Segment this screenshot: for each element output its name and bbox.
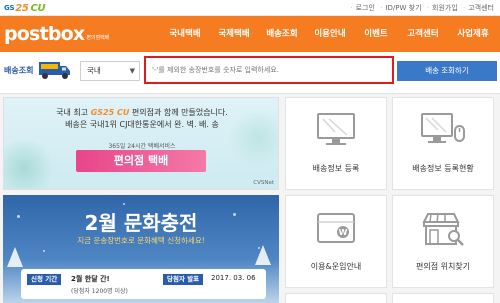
store-search-icon (422, 213, 464, 246)
top-links: · 로그인 · ID/PW 찾기 · 회원가입 · 고객센터 (350, 4, 496, 12)
snowy-tree (7, 247, 23, 267)
tile-partial (285, 293, 387, 303)
gs25-cu-logo[interactable]: GS 25 CU (4, 2, 46, 14)
nav-item-guide[interactable]: 이용안내 (306, 16, 354, 52)
snowflake (43, 250, 45, 252)
logo-cu: CU (30, 2, 46, 14)
track-delivery-button[interactable]: 배송 조회하기 (397, 61, 497, 81)
winner-date: 2017. 03. 06 (211, 274, 256, 282)
tile-registration-status[interactable]: 배송정보 등록현황 (392, 97, 494, 190)
banner-ribbon: 편의점 택배 (76, 150, 206, 172)
find-id-pw-link[interactable]: ID/PW 찾기 (383, 4, 423, 12)
nav-item-event[interactable]: 이벤트 (354, 16, 398, 52)
top-utility-bar: GS 25 CU · 로그인 · ID/PW 찾기 · 회원가입 · 고객센터 (0, 0, 500, 16)
delivery-truck-icon (39, 62, 70, 79)
postbox-logo[interactable]: postbox 편의점택배 (4, 23, 109, 45)
carrier-select[interactable]: 국내 ▼ (80, 61, 140, 81)
tile-register-shipment[interactable]: 배송정보 등록 (285, 97, 387, 190)
nav-item-international[interactable]: 국제택배 (210, 16, 258, 52)
brand-name: postbox (4, 23, 85, 45)
convenience-store-delivery-banner[interactable]: 국내 최고 GS25 CU 편의점과 함께 만들었습니다. 배송은 국내1위 C… (3, 97, 279, 190)
snowy-tree (255, 245, 271, 265)
nav-menu: 국내택배 국제택배 배송조회 이용안내 이벤트 고객센터 사업제휴 (160, 16, 498, 52)
tile-partial (392, 293, 494, 303)
period-note: (당첨자 1200명 이상) (71, 288, 128, 295)
brand-subtitle: 편의점택배 (86, 34, 110, 41)
tile-store-locator[interactable]: 편의점 위치찾기 (392, 195, 494, 288)
culture-event-banner[interactable]: 2월 문화충전 지금 운송장번호로 문화혜택 신청하세요! 신청 기간 2월 한… (3, 195, 279, 303)
banner-subline: 배송은 국내1위 CJ대한통운에서 완. 벽. 배. 송 (65, 120, 219, 129)
snowflake (123, 203, 125, 205)
logo-25: 25 (15, 2, 29, 14)
banner-small-text: 365일 24시간 택배서비스 (108, 143, 176, 150)
monitor-icon (317, 113, 355, 145)
invoice-number-input[interactable] (152, 62, 388, 78)
period-badge: 신청 기간 (27, 274, 62, 285)
svg-text:W: W (339, 228, 348, 237)
tile-usage-fee-guide[interactable]: W 이용&운임안내 (285, 195, 387, 288)
wallet-icon: W (317, 213, 355, 243)
nav-item-domestic[interactable]: 국내택배 (160, 16, 210, 52)
nav-item-support[interactable]: 고객센터 (398, 16, 448, 52)
banner-headline: 국내 최고 GS25 CU 편의점과 함께 만들었습니다. (56, 108, 228, 117)
signup-link[interactable]: 회원가입 (430, 4, 460, 12)
nav-item-tracking[interactable]: 배송조회 (258, 16, 306, 52)
computer-mouse-icon (421, 113, 465, 143)
customer-center-link[interactable]: 고객센터 (466, 4, 496, 12)
winner-badge: 당첨자 발표 (163, 274, 204, 285)
carrier-select-value: 국내 (87, 66, 101, 75)
event-title: 2월 문화충전 (84, 211, 198, 235)
chevron-down-icon: ▼ (129, 67, 135, 75)
search-title: 배송조회 (4, 66, 34, 75)
tile-label: 이용&운임안내 (310, 262, 362, 271)
invoice-search-field[interactable] (144, 56, 394, 84)
login-link[interactable]: 로그인 (354, 4, 377, 12)
logo-gs: GS (4, 4, 15, 12)
tile-label: 편의점 위치찾기 (415, 262, 471, 271)
tile-label: 배송정보 등록현황 (412, 164, 474, 173)
gs25-cu-inline-logo: GS25 CU (90, 108, 130, 117)
tile-label: 배송정보 등록 (312, 164, 360, 173)
event-subtitle: 지금 운송장번호로 문화혜택 신청하세요! (77, 236, 205, 245)
event-info-box: 신청 기간 2월 한달 간! (당첨자 1200명 이상) 당첨자 발표 201… (21, 269, 266, 299)
main-navigation: postbox 편의점택배 국내택배 국제택배 배송조회 이용안내 이벤트 고객… (0, 16, 500, 52)
banner-credit: CVSNet (253, 180, 274, 186)
nav-item-partnership[interactable]: 사업제휴 (448, 16, 498, 52)
period-text: 2월 한달 간! (71, 275, 110, 283)
